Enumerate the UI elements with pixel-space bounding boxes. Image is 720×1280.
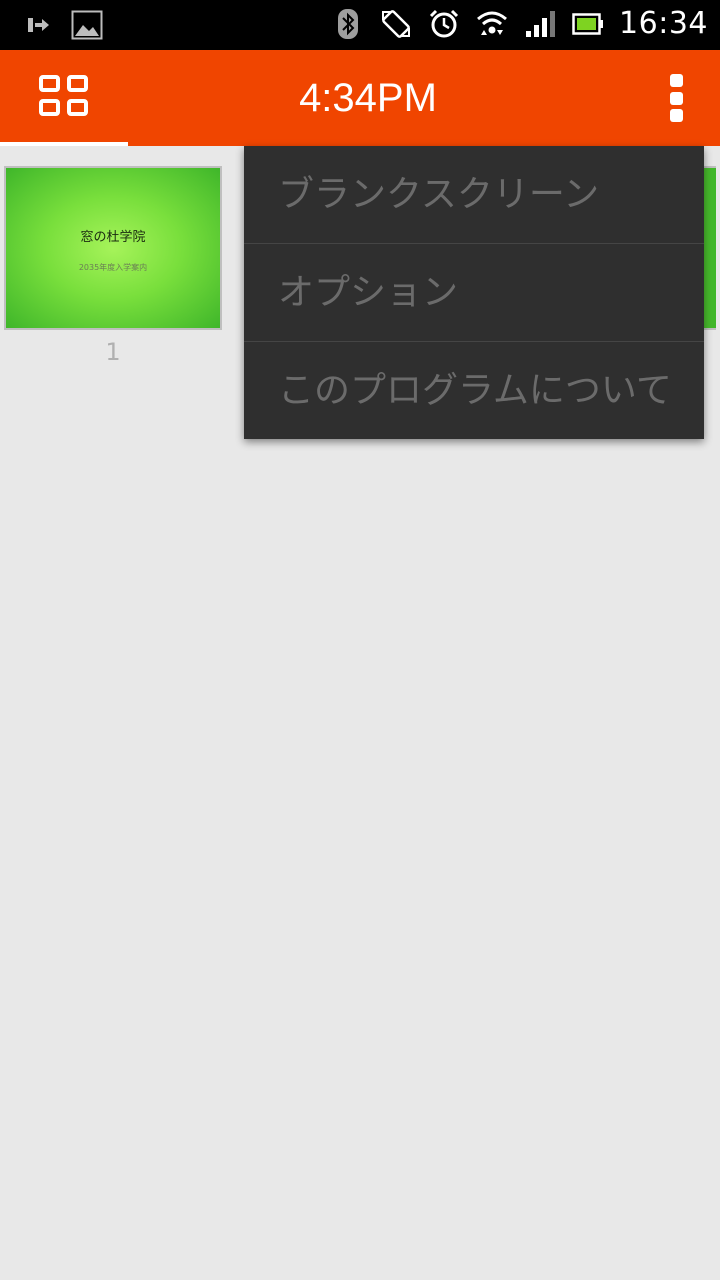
status-bar-right: 16:34 xyxy=(331,6,708,41)
battery-icon xyxy=(571,7,605,41)
wifi-icon xyxy=(475,7,509,41)
image-icon xyxy=(70,8,104,42)
menu-item-about[interactable]: このプログラムについて xyxy=(244,342,704,439)
slide-thumbnail[interactable]: 窓の杜学院 2035年度入学案内 xyxy=(4,166,222,330)
overflow-menu-button[interactable] xyxy=(662,74,690,122)
overflow-menu: ブランクスクリーン オプション このプログラムについて xyxy=(244,146,704,439)
overflow-dot-icon xyxy=(669,91,683,105)
slide-number: 1 xyxy=(105,338,121,366)
app-bar-title: 4:34PM xyxy=(299,76,437,120)
signin-icon xyxy=(22,8,56,42)
slide-title: 窓の杜学院 xyxy=(80,230,146,245)
menu-item-options[interactable]: オプション xyxy=(244,244,704,342)
status-time: 16:34 xyxy=(619,6,708,41)
menu-item-blank-screen[interactable]: ブランクスクリーン xyxy=(244,146,704,244)
rotate-icon xyxy=(379,7,413,41)
app-bar: 4:34PM xyxy=(0,50,720,146)
overflow-dot-icon xyxy=(669,109,683,122)
status-bar-left xyxy=(22,8,104,42)
grid-view-button[interactable] xyxy=(0,50,128,146)
status-bar: 16:34 xyxy=(0,0,720,50)
bluetooth-icon xyxy=(331,7,365,41)
signal-icon xyxy=(523,7,557,41)
slide-subtitle: 2035年度入学案内 xyxy=(78,263,148,272)
alarm-icon xyxy=(427,7,461,41)
grid-icon xyxy=(38,74,90,122)
overflow-dot-icon xyxy=(669,74,683,87)
